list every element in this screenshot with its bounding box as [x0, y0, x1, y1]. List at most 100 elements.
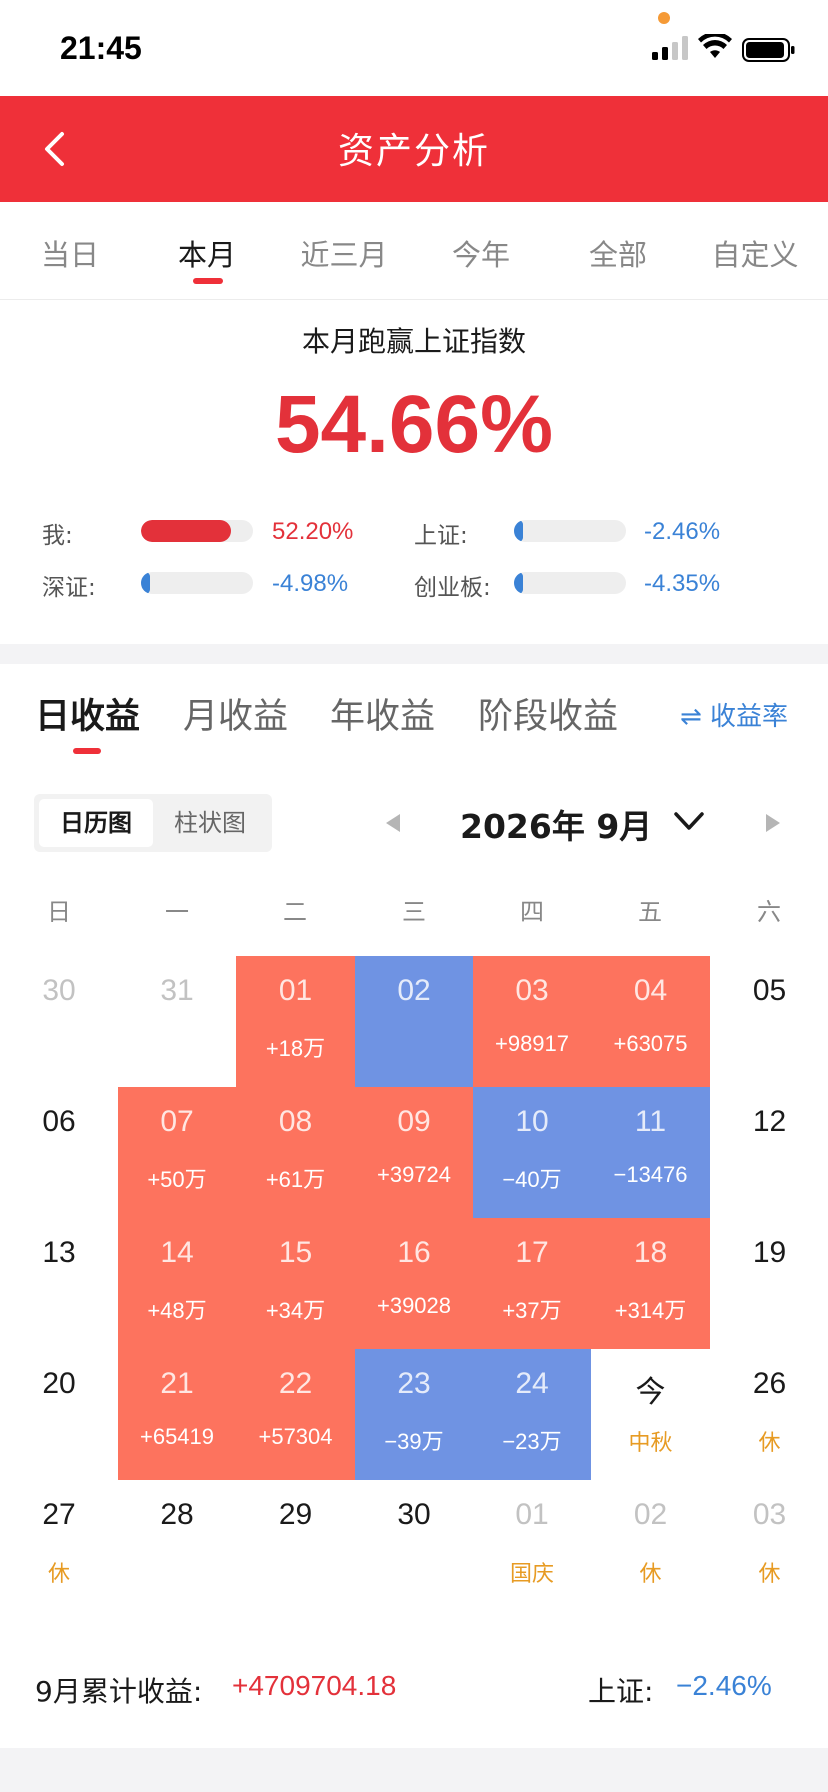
- comparison-label-shenzhen: 深证:: [42, 575, 96, 601]
- bar-view-button[interactable]: 柱状图: [153, 799, 267, 847]
- calendar-day[interactable]: 04 +63075: [591, 956, 710, 1087]
- calendar-day[interactable]: 08 +61万: [236, 1087, 355, 1218]
- calendar-day-profit: +57304: [258, 1424, 333, 1449]
- tab-three-months[interactable]: 近三月: [274, 232, 414, 274]
- calendar-day[interactable]: 24 −23万: [473, 1349, 591, 1480]
- calendar-day[interactable]: 15 +34万: [236, 1218, 355, 1349]
- calendar-day-holiday-note: 休: [47, 1562, 70, 1587]
- calendar-day[interactable]: 29: [236, 1480, 355, 1611]
- calendar-day[interactable]: 21 +65419: [118, 1349, 236, 1480]
- calendar-day[interactable]: 13: [0, 1218, 118, 1349]
- calendar-day-profit: +50万: [147, 1167, 207, 1192]
- monthly-total-value: +4709704.18: [232, 1670, 397, 1701]
- calendar-day[interactable]: 16 +39028: [355, 1218, 473, 1349]
- calendar-day-number: 30: [397, 1498, 431, 1531]
- calendar-day[interactable]: 22 +57304: [236, 1349, 355, 1480]
- calendar-day-number: 02: [397, 974, 431, 1007]
- status-bar: 21:45: [0, 0, 828, 96]
- active-tab-indicator: [193, 278, 223, 284]
- next-month-icon[interactable]: [764, 812, 782, 834]
- calendar-day-number: 17: [515, 1236, 549, 1269]
- calendar-day[interactable]: 30: [0, 956, 118, 1087]
- calendar-day[interactable]: 18 +314万: [591, 1218, 710, 1349]
- calendar-day[interactable]: 01 国庆: [473, 1480, 591, 1611]
- calendar-day[interactable]: 06: [0, 1087, 118, 1218]
- calendar-day[interactable]: 30: [355, 1480, 473, 1611]
- calendar-day-number: 24: [515, 1367, 549, 1400]
- tab-this-year[interactable]: 今年: [411, 232, 551, 274]
- wifi-icon: [698, 34, 732, 58]
- privacy-indicator-dot: [658, 12, 670, 24]
- calendar-day-number: 21: [160, 1367, 194, 1400]
- comparison-value-chinext: -4.35%: [644, 570, 721, 597]
- calendar-day-number: 18: [633, 1236, 668, 1269]
- calendar-view-button[interactable]: 日历图: [39, 799, 153, 847]
- profit-tab-indicator: [73, 748, 101, 754]
- comparison-value-shanghai: -2.46%: [644, 518, 721, 545]
- calendar-day[interactable]: 07 +50万: [118, 1087, 236, 1218]
- dropdown-chevron-icon[interactable]: [672, 806, 706, 836]
- calendar-day-profit: −40万: [502, 1167, 562, 1192]
- comparison-bar-fill: [141, 572, 150, 594]
- tab-yearly-profit[interactable]: 年收益: [330, 688, 435, 739]
- tab-daily-profit[interactable]: 日收益: [35, 688, 140, 739]
- calendar-day-profit: +63075: [613, 1031, 688, 1056]
- calendar-day-profit: −39万: [384, 1429, 444, 1454]
- tab-custom[interactable]: 自定义: [685, 232, 825, 274]
- comparison-bar-fill: [141, 520, 231, 542]
- calendar-day[interactable]: 10 −40万: [473, 1087, 591, 1218]
- calendar-day[interactable]: 03 +98917: [473, 956, 591, 1087]
- weekday-mon: 一: [165, 898, 189, 926]
- calendar-day[interactable]: 01 +18万: [236, 956, 355, 1087]
- calendar-day-profit: +61万: [265, 1167, 326, 1192]
- calendar-day-number: 29: [278, 1498, 313, 1531]
- calendar-day-number: 04: [633, 974, 668, 1007]
- weekday-sun: 日: [47, 898, 71, 926]
- calendar-day[interactable]: 23 −39万: [355, 1349, 473, 1480]
- tab-stage-profit[interactable]: 阶段收益: [478, 688, 618, 739]
- tab-all[interactable]: 全部: [548, 232, 688, 274]
- calendar-day[interactable]: 今中秋: [591, 1349, 710, 1480]
- performance-value: 54.66%: [274, 379, 554, 470]
- calendar-day-profit: +18万: [265, 1036, 326, 1061]
- calendar-day[interactable]: 19: [710, 1218, 828, 1349]
- calendar-day-number: 12: [752, 1105, 787, 1138]
- monthly-total-label: 9月累计收益:: [35, 1675, 203, 1708]
- calendar-day[interactable]: 26 休: [710, 1349, 828, 1480]
- calendar-day[interactable]: 05: [710, 956, 828, 1087]
- calendar-day[interactable]: 03 休: [710, 1480, 828, 1611]
- calendar-day-profit: −23万: [502, 1429, 562, 1454]
- calendar-day-number: 31: [160, 974, 194, 1007]
- comparison-value-shenzhen: -4.98%: [272, 570, 349, 597]
- status-time: 21:45: [60, 30, 142, 66]
- calendar-day[interactable]: 28: [118, 1480, 236, 1611]
- calendar-day-profit: +37万: [502, 1298, 562, 1323]
- tab-this-month[interactable]: 本月: [137, 232, 277, 274]
- calendar-day-profit: +314万: [614, 1298, 687, 1323]
- calendar-day-number: 13: [42, 1236, 76, 1269]
- rate-toggle-button[interactable]: ⇌ 收益率: [680, 696, 788, 733]
- month-label[interactable]: 2026年 9月: [460, 800, 652, 848]
- calendar-day-profit: +39724: [376, 1162, 452, 1187]
- calendar-day-number: 10: [515, 1105, 549, 1138]
- battery-icon: [742, 38, 795, 62]
- calendar-day[interactable]: 20: [0, 1349, 118, 1480]
- calendar-day[interactable]: 31: [118, 956, 236, 1087]
- prev-month-icon[interactable]: [384, 812, 402, 834]
- calendar-day[interactable]: 12: [710, 1087, 828, 1218]
- calendar-day-number: 20: [42, 1367, 76, 1400]
- calendar-day[interactable]: 02 休: [591, 1480, 710, 1611]
- calendar-day[interactable]: 09 +39724: [355, 1087, 473, 1218]
- calendar-day-number: 01: [515, 1498, 549, 1531]
- calendar-day-number: 26: [752, 1367, 787, 1400]
- tab-today[interactable]: 当日: [0, 232, 140, 274]
- calendar-day[interactable]: 17 +37万: [473, 1218, 591, 1349]
- calendar-day[interactable]: 11 −13476: [591, 1087, 710, 1218]
- calendar-day-number: 05: [752, 974, 787, 1007]
- signal-icon: [652, 36, 688, 60]
- weekday-wed: 三: [402, 898, 426, 926]
- calendar-day[interactable]: 02: [355, 956, 473, 1087]
- tab-monthly-profit[interactable]: 月收益: [183, 688, 288, 739]
- calendar-day[interactable]: 14 +48万: [118, 1218, 236, 1349]
- calendar-day[interactable]: 27 休: [0, 1480, 118, 1611]
